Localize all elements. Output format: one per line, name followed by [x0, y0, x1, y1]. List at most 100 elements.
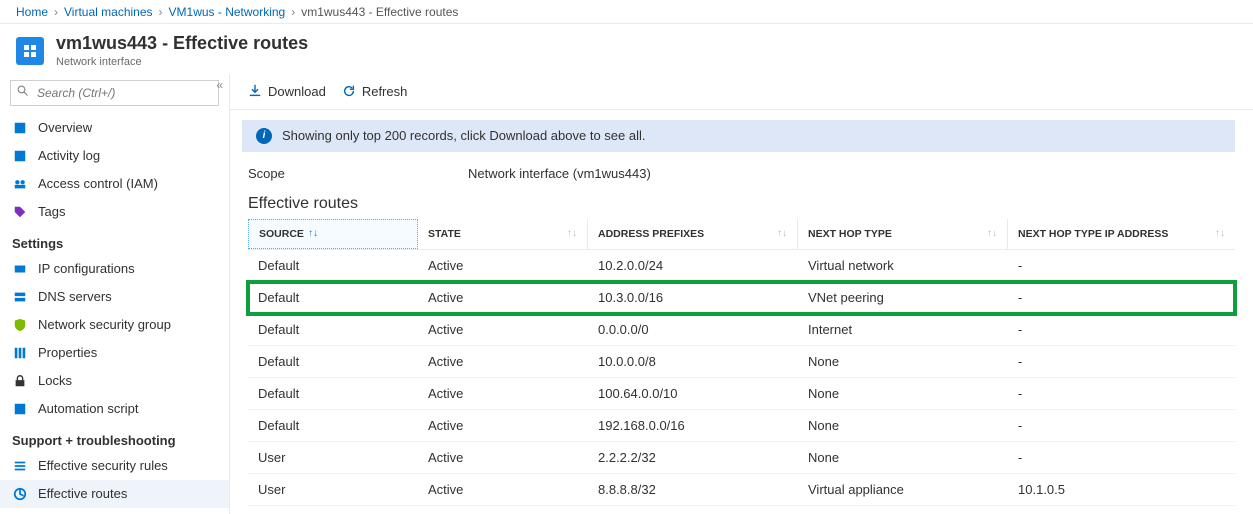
sidebar-item-locks[interactable]: Locks — [0, 367, 229, 395]
sidebar-item-label: Tags — [38, 204, 65, 219]
cell-ip: - — [1008, 346, 1235, 377]
lock-icon — [12, 373, 28, 389]
sidebar-item-overview[interactable]: Overview — [0, 114, 229, 142]
sidebar-item-effective-routes[interactable]: Effective routes — [0, 480, 229, 508]
cell-nexthop: None — [798, 410, 1008, 441]
sort-icon: ↑↓ — [777, 228, 787, 239]
table-row[interactable]: UserActive2.2.2.2/32None- — [248, 442, 1235, 474]
cell-state: Active — [418, 250, 588, 281]
routes-table: SOURCE ↑↓ STATE ↑↓ ADDRESS PREFIXES ↑↓ N… — [248, 219, 1235, 514]
sidebar-item-label: Automation script — [38, 401, 138, 416]
cell-ip: - — [1008, 410, 1235, 441]
cell-source: Default — [248, 378, 418, 409]
search-icon — [17, 85, 29, 100]
cell-ip: - — [1008, 250, 1235, 281]
sidebar-item-automation-script[interactable]: Automation script — [0, 395, 229, 423]
cell-state: Active — [418, 506, 588, 514]
table-row[interactable]: UserActive8.8.8.8/32Virtual appliance10.… — [248, 474, 1235, 506]
table-row[interactable]: UserActive1.2.3.4/32Virtual appliance10.… — [248, 506, 1235, 514]
sidebar-item-label: Properties — [38, 345, 97, 360]
cell-nexthop: Internet — [798, 314, 1008, 345]
cell-ip: - — [1008, 442, 1235, 473]
sidebar-item-tags[interactable]: Tags — [0, 198, 229, 226]
info-banner: i Showing only top 200 records, click Do… — [242, 120, 1235, 152]
breadcrumb-nic[interactable]: VM1wus - Networking — [169, 5, 286, 19]
toolbar: Download Refresh — [230, 74, 1253, 110]
download-button[interactable]: Download — [248, 84, 326, 99]
sidebar-group-support: Support + troubleshooting — [0, 423, 229, 452]
security-rules-icon — [12, 458, 28, 474]
cell-state: Active — [418, 474, 588, 505]
page-title: vm1wus443 - Effective routes — [56, 34, 308, 54]
log-icon — [12, 148, 28, 164]
col-header-label: SOURCE — [259, 228, 304, 240]
sidebar-item-dns-servers[interactable]: DNS servers — [0, 283, 229, 311]
sidebar-item-label: Activity log — [38, 148, 100, 163]
col-header-label: NEXT HOP TYPE — [808, 228, 892, 240]
people-icon — [12, 176, 28, 192]
cell-nexthop: Virtual appliance — [798, 474, 1008, 505]
table-row[interactable]: DefaultActive192.168.0.0/16None- — [248, 410, 1235, 442]
cell-source: User — [248, 506, 418, 514]
dns-icon — [12, 289, 28, 305]
cell-prefix: 10.0.0.0/8 — [588, 346, 798, 377]
breadcrumb: Home › Virtual machines › VM1wus - Netwo… — [0, 0, 1253, 24]
col-header-next-hop-type[interactable]: NEXT HOP TYPE ↑↓ — [798, 219, 1008, 249]
table-header-row: SOURCE ↑↓ STATE ↑↓ ADDRESS PREFIXES ↑↓ N… — [248, 219, 1235, 250]
sidebar-item-effective-security-rules[interactable]: Effective security rules — [0, 452, 229, 480]
cell-prefix: 10.2.0.0/24 — [588, 250, 798, 281]
refresh-button[interactable]: Refresh — [342, 84, 408, 99]
cell-source: User — [248, 474, 418, 505]
col-header-label: NEXT HOP TYPE IP ADDRESS — [1018, 228, 1168, 240]
cell-nexthop: None — [798, 378, 1008, 409]
sidebar-item-ip-configurations[interactable]: IP configurations — [0, 255, 229, 283]
cell-source: Default — [248, 346, 418, 377]
main-content: Download Refresh i Showing only top 200 … — [230, 74, 1253, 514]
scope-label: Scope — [248, 166, 468, 181]
col-header-source[interactable]: SOURCE ↑↓ — [248, 219, 418, 249]
table-row[interactable]: DefaultActive10.3.0.0/16VNet peering- — [248, 282, 1235, 314]
cell-source: Default — [248, 282, 418, 313]
properties-icon — [12, 345, 28, 361]
search-box[interactable] — [10, 80, 219, 106]
cell-ip: - — [1008, 314, 1235, 345]
search-input[interactable] — [35, 85, 212, 101]
page-subtitle: Network interface — [56, 56, 308, 68]
col-header-next-hop-ip[interactable]: NEXT HOP TYPE IP ADDRESS ↑↓ — [1008, 219, 1235, 249]
routes-icon — [12, 486, 28, 502]
cell-ip: 10.1.0.5 — [1008, 474, 1235, 505]
cell-state: Active — [418, 346, 588, 377]
script-icon — [12, 401, 28, 417]
cell-prefix: 100.64.0.0/10 — [588, 378, 798, 409]
table-title: Effective routes — [230, 185, 1253, 219]
col-header-address-prefixes[interactable]: ADDRESS PREFIXES ↑↓ — [588, 219, 798, 249]
cell-ip: - — [1008, 378, 1235, 409]
sidebar: « Overview Activity log Access control (… — [0, 74, 230, 514]
shield-icon — [12, 317, 28, 333]
sidebar-item-label: Effective routes — [38, 486, 127, 501]
cell-nexthop: Virtual network — [798, 250, 1008, 281]
sidebar-item-iam[interactable]: Access control (IAM) — [0, 170, 229, 198]
col-header-state[interactable]: STATE ↑↓ — [418, 219, 588, 249]
sidebar-item-nsg[interactable]: Network security group — [0, 311, 229, 339]
table-row[interactable]: DefaultActive100.64.0.0/10None- — [248, 378, 1235, 410]
download-label: Download — [268, 84, 326, 99]
breadcrumb-vms[interactable]: Virtual machines — [64, 5, 153, 19]
collapse-sidebar-button[interactable]: « — [216, 78, 223, 92]
breadcrumb-home[interactable]: Home — [16, 5, 48, 19]
chevron-right-icon: › — [54, 5, 58, 19]
cell-state: Active — [418, 410, 588, 441]
sidebar-item-properties[interactable]: Properties — [0, 339, 229, 367]
sort-asc-icon: ↑↓ — [308, 228, 318, 239]
table-row[interactable]: DefaultActive10.0.0.0/8None- — [248, 346, 1235, 378]
page-header: vm1wus443 - Effective routes Network int… — [0, 24, 1253, 74]
sidebar-group-settings: Settings — [0, 226, 229, 255]
table-row[interactable]: DefaultActive0.0.0.0/0Internet- — [248, 314, 1235, 346]
sidebar-item-label: Locks — [38, 373, 72, 388]
ip-icon — [12, 261, 28, 277]
cell-prefix: 1.2.3.4/32 — [588, 506, 798, 514]
table-row[interactable]: DefaultActive10.2.0.0/24Virtual network- — [248, 250, 1235, 282]
sidebar-item-activity-log[interactable]: Activity log — [0, 142, 229, 170]
sidebar-item-label: Network security group — [38, 317, 171, 332]
sidebar-item-label: DNS servers — [38, 289, 112, 304]
